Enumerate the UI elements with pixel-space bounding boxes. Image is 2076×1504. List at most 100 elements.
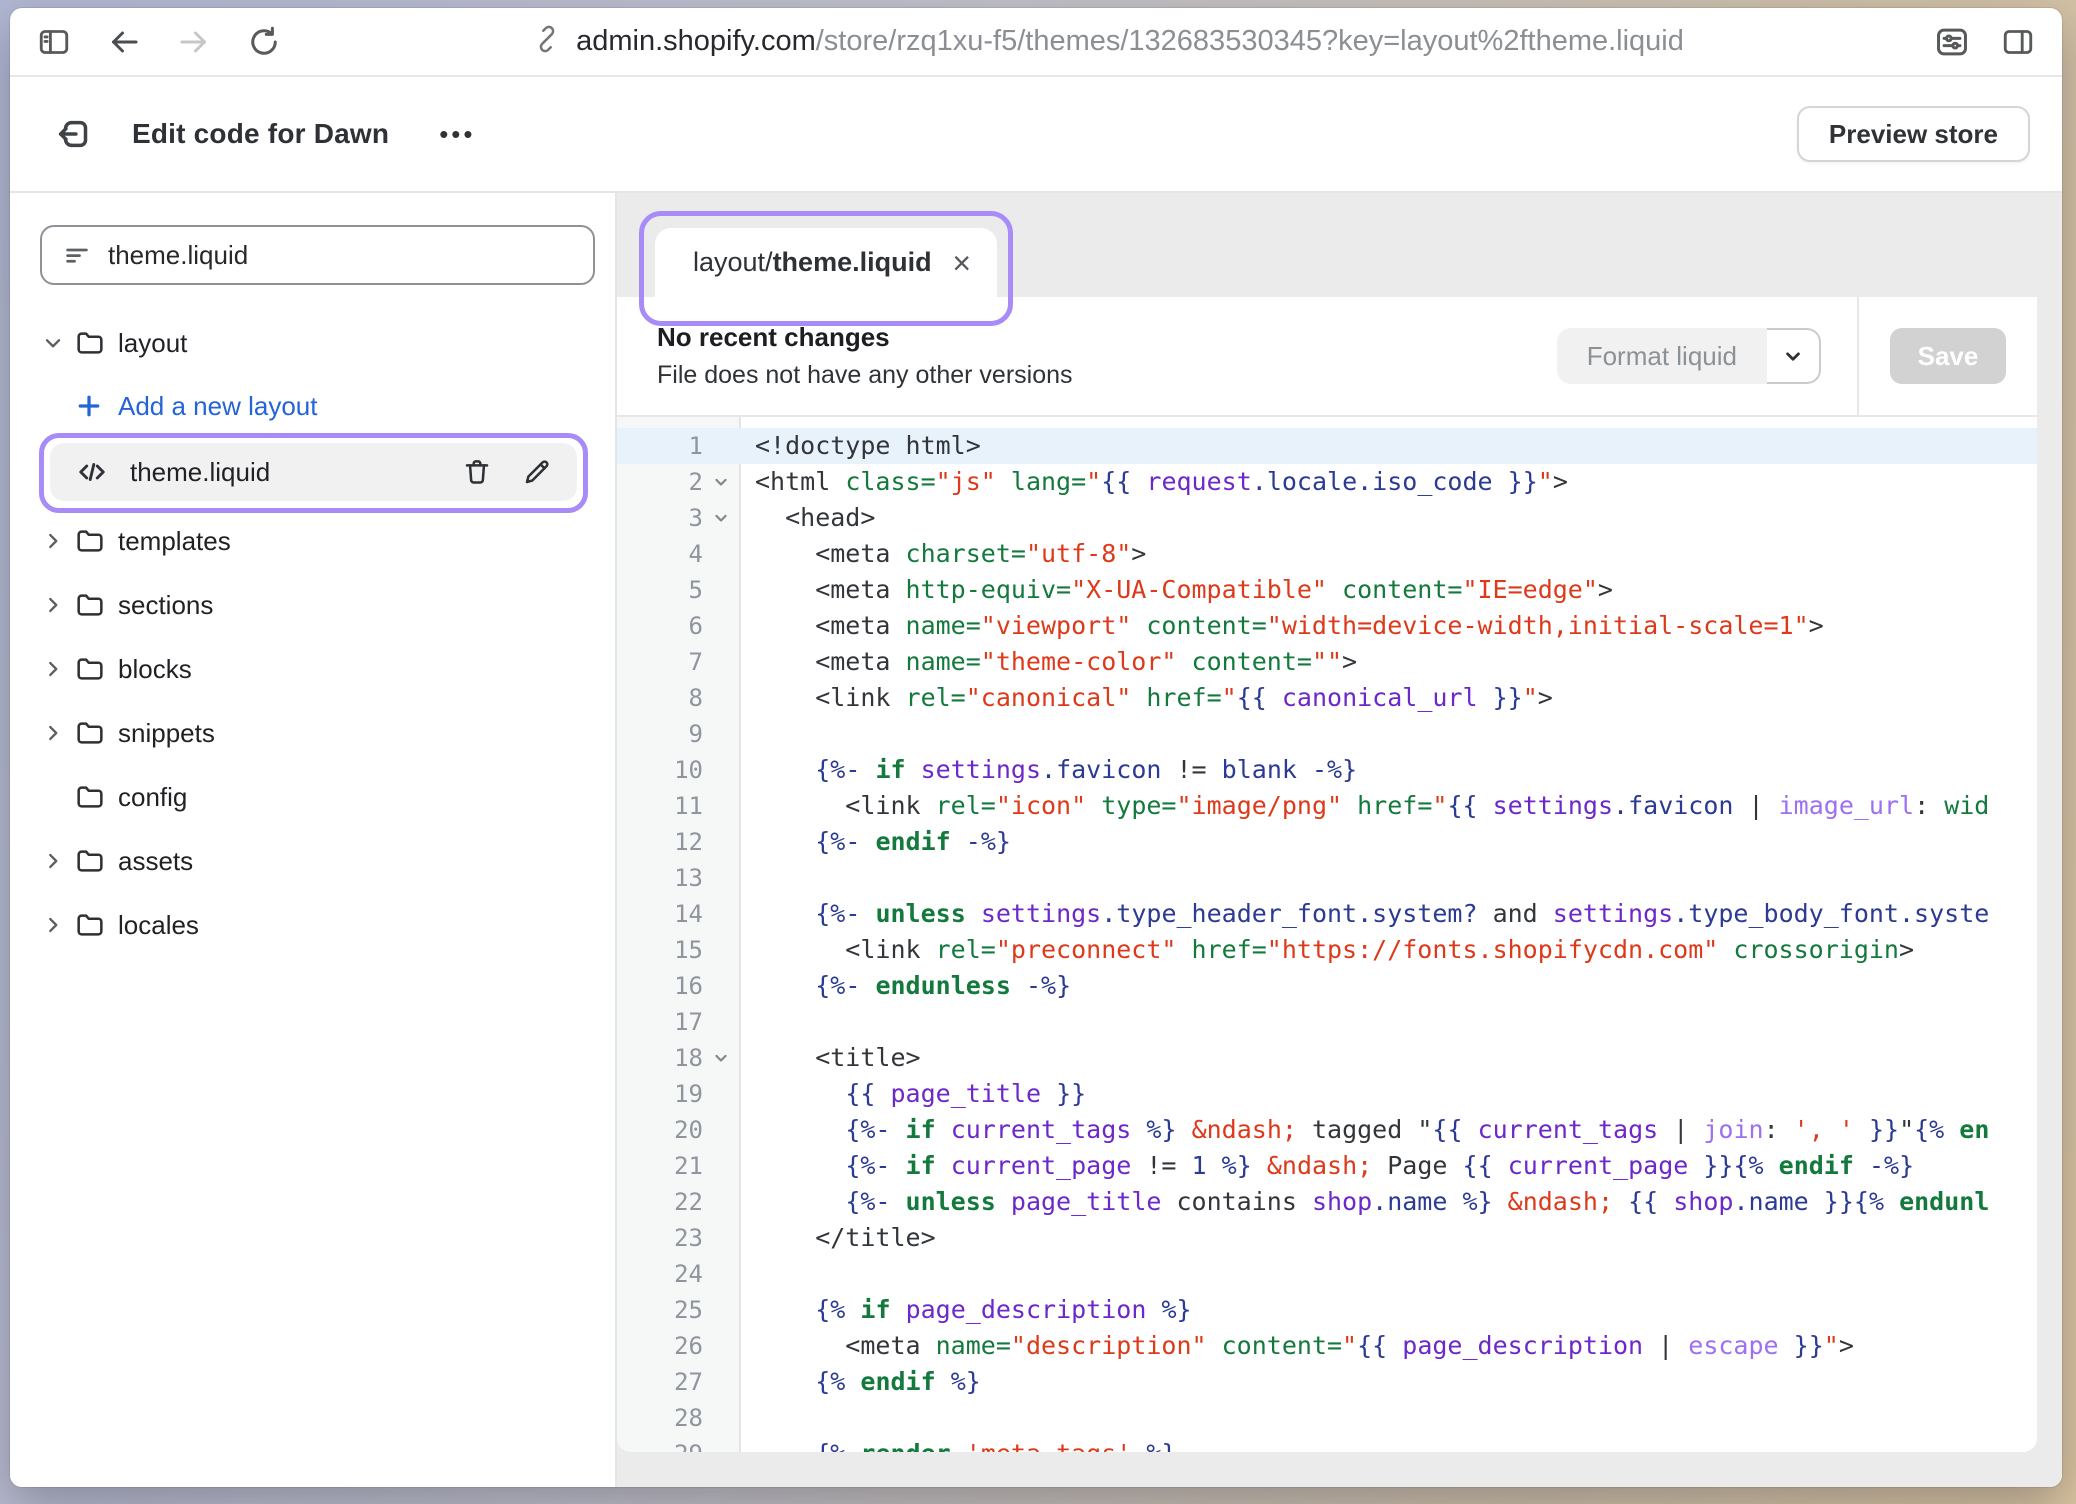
code-line-3[interactable]: 3 <head> bbox=[617, 500, 2037, 536]
line-number: 16 bbox=[617, 968, 703, 1004]
gutter: 24 bbox=[617, 1256, 739, 1292]
sidebar-item-locales[interactable]: locales bbox=[40, 893, 595, 957]
fold-chevron-icon[interactable] bbox=[703, 472, 739, 492]
code-line-5[interactable]: 5 <meta http-equiv="X-UA-Compatible" con… bbox=[617, 572, 2037, 608]
code-text: {% render 'meta-tags' %} bbox=[739, 1436, 1177, 1452]
folder-icon bbox=[74, 717, 118, 749]
sidebar-item-blocks[interactable]: blocks bbox=[40, 637, 595, 701]
gutter: 10 bbox=[617, 752, 739, 788]
code-text: <meta http-equiv="X-UA-Compatible" conte… bbox=[739, 572, 1613, 608]
tab-label: layout/theme.liquid bbox=[693, 247, 952, 278]
code-line-2[interactable]: 2<html class="js" lang="{{ request.local… bbox=[617, 464, 2037, 500]
right-panel-toggle-icon[interactable] bbox=[1998, 22, 2038, 62]
code-line-20[interactable]: 20 {%- if current_tags %} &ndash; tagged… bbox=[617, 1112, 2037, 1148]
sidebar-item-sections[interactable]: sections bbox=[40, 573, 595, 637]
sidebar-item-templates[interactable]: templates bbox=[40, 509, 595, 573]
code-line-16[interactable]: 16 {%- endunless -%} bbox=[617, 968, 2037, 1004]
code-line-26[interactable]: 26 <meta name="description" content="{{ … bbox=[617, 1328, 2037, 1364]
code-text: {%- endif -%} bbox=[739, 824, 1011, 860]
code-area[interactable]: 1<!doctype html>2<html class="js" lang="… bbox=[617, 417, 2037, 1452]
code-text: {%- if settings.favicon != blank -%} bbox=[739, 752, 1357, 788]
chevron-right-icon[interactable] bbox=[40, 912, 74, 938]
reload-icon[interactable] bbox=[244, 22, 284, 62]
fold-chevron-icon[interactable] bbox=[703, 508, 739, 528]
page-settings-icon[interactable] bbox=[1932, 22, 1972, 62]
version-toolbar: No recent changes File does not have any… bbox=[617, 297, 2037, 417]
code-text: {%- if current_tags %} &ndash; tagged "{… bbox=[739, 1112, 1989, 1148]
sidebar-item-assets[interactable]: assets bbox=[40, 829, 595, 893]
address-bar[interactable]: admin.shopify.com/store/rzq1xu-f5/themes… bbox=[284, 24, 1932, 59]
sidebar-item-layout[interactable]: layout bbox=[40, 311, 595, 375]
code-line-25[interactable]: 25 {% if page_description %} bbox=[617, 1292, 2037, 1328]
fold-chevron-icon[interactable] bbox=[703, 1048, 739, 1068]
file-tree: layoutAdd a new layout theme.liquid templa… bbox=[40, 311, 595, 957]
status-title: No recent changes bbox=[657, 322, 1557, 353]
gutter: 16 bbox=[617, 968, 739, 1004]
more-actions-button[interactable]: ••• bbox=[439, 119, 475, 150]
chevron-right-icon[interactable] bbox=[40, 592, 74, 618]
code-line-8[interactable]: 8 <link rel="canonical" href="{{ canonic… bbox=[617, 680, 2037, 716]
line-number: 26 bbox=[617, 1328, 703, 1364]
gutter: 19 bbox=[617, 1076, 739, 1112]
gutter: 17 bbox=[617, 1004, 739, 1040]
chevron-right-icon[interactable] bbox=[40, 720, 74, 746]
back-icon[interactable] bbox=[104, 22, 144, 62]
code-line-19[interactable]: 19 {{ page_title }} bbox=[617, 1076, 2037, 1112]
save-button[interactable]: Save bbox=[1890, 328, 2007, 384]
chevron-right-icon[interactable] bbox=[40, 528, 74, 554]
rename-file-icon[interactable] bbox=[521, 456, 553, 488]
code-line-15[interactable]: 15 <link rel="preconnect" href="https://… bbox=[617, 932, 2037, 968]
code-line-1[interactable]: 1<!doctype html> bbox=[617, 428, 2037, 464]
line-number: 10 bbox=[617, 752, 703, 788]
chevron-down-icon[interactable] bbox=[40, 330, 74, 356]
code-line-28[interactable]: 28 bbox=[617, 1400, 2037, 1436]
code-line-11[interactable]: 11 <link rel="icon" type="image/png" hre… bbox=[617, 788, 2037, 824]
code-line-29[interactable]: 29 {% render 'meta-tags' %} bbox=[617, 1436, 2037, 1452]
code-line-21[interactable]: 21 {%- if current_page != 1 %} &ndash; P… bbox=[617, 1148, 2037, 1184]
code-line-14[interactable]: 14 {%- unless settings.type_header_font.… bbox=[617, 896, 2037, 932]
line-number: 18 bbox=[617, 1040, 703, 1076]
code-line-4[interactable]: 4 <meta charset="utf-8"> bbox=[617, 536, 2037, 572]
code-line-7[interactable]: 7 <meta name="theme-color" content=""> bbox=[617, 644, 2037, 680]
code-text: <!doctype html> bbox=[739, 428, 981, 464]
exit-icon[interactable] bbox=[54, 113, 96, 155]
file-search-input[interactable]: theme.liquid bbox=[40, 225, 595, 285]
format-liquid-button[interactable]: Format liquid bbox=[1557, 328, 1767, 384]
code-line-18[interactable]: 18 <title> bbox=[617, 1040, 2037, 1076]
gutter: 8 bbox=[617, 680, 739, 716]
add-new-layout-link[interactable]: Add a new layout bbox=[40, 375, 595, 437]
line-number: 13 bbox=[617, 860, 703, 896]
code-text bbox=[739, 716, 755, 752]
code-line-27[interactable]: 27 {% endif %} bbox=[617, 1364, 2037, 1400]
code-line-24[interactable]: 24 bbox=[617, 1256, 2037, 1292]
code-line-23[interactable]: 23 </title> bbox=[617, 1220, 2037, 1256]
sidebar-item-snippets[interactable]: snippets bbox=[40, 701, 595, 765]
code-text: <html class="js" lang="{{ request.locale… bbox=[739, 464, 1568, 500]
chevron-right-icon[interactable] bbox=[40, 656, 74, 682]
sidebar-item-config[interactable]: config bbox=[40, 765, 595, 829]
code-line-10[interactable]: 10 {%- if settings.favicon != blank -%} bbox=[617, 752, 2037, 788]
preview-store-button[interactable]: Preview store bbox=[1797, 106, 2030, 162]
line-number: 23 bbox=[617, 1220, 703, 1256]
code-text bbox=[739, 1004, 755, 1040]
chevron-right-icon[interactable] bbox=[40, 848, 74, 874]
code-line-17[interactable]: 17 bbox=[617, 1004, 2037, 1040]
tab-close-icon[interactable]: × bbox=[952, 247, 971, 279]
code-line-12[interactable]: 12 {%- endif -%} bbox=[617, 824, 2037, 860]
code-line-13[interactable]: 13 bbox=[617, 860, 2037, 896]
plus-icon bbox=[74, 391, 118, 421]
code-line-22[interactable]: 22 {%- unless page_title contains shop.n… bbox=[617, 1184, 2037, 1220]
gutter: 12 bbox=[617, 824, 739, 860]
sidebar-item-theme-liquid-selected[interactable]: theme.liquid bbox=[50, 443, 577, 501]
code-line-9[interactable]: 9 bbox=[617, 716, 2037, 752]
format-options-chevron-icon[interactable] bbox=[1767, 328, 1821, 384]
status-subtitle: File does not have any other versions bbox=[657, 361, 1557, 390]
sidebar-toggle-icon[interactable] bbox=[34, 22, 74, 62]
code-line-6[interactable]: 6 <meta name="viewport" content="width=d… bbox=[617, 608, 2037, 644]
line-number: 7 bbox=[617, 644, 703, 680]
delete-file-icon[interactable] bbox=[461, 456, 493, 488]
tab-theme-liquid[interactable]: layout/theme.liquid × bbox=[655, 228, 997, 297]
gutter: 5 bbox=[617, 572, 739, 608]
code-file-icon bbox=[74, 454, 110, 490]
file-search-value: theme.liquid bbox=[108, 240, 248, 271]
